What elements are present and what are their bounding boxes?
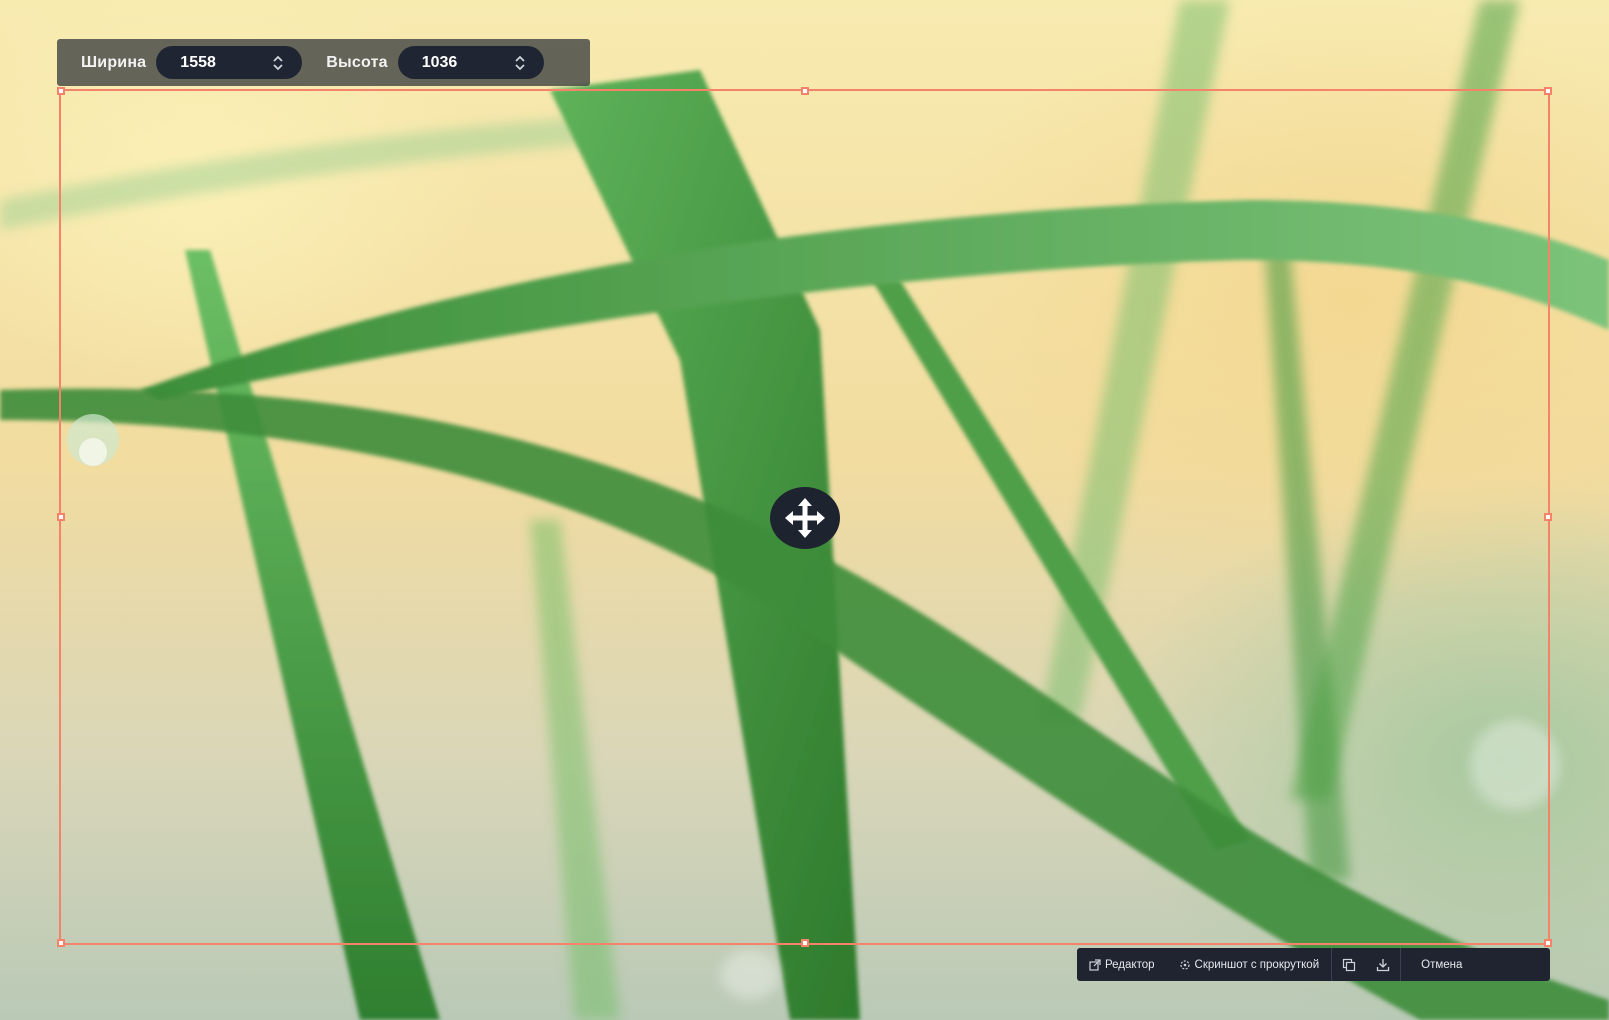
resize-handle-top-right[interactable] [1544, 87, 1552, 95]
width-stepper-arrows[interactable] [272, 55, 284, 71]
resize-handle-left[interactable] [57, 513, 65, 521]
editor-button[interactable]: Редактор [1077, 948, 1167, 981]
scroll-screenshot-label: Скриншот с прокруткой [1194, 958, 1320, 971]
chevron-down-icon[interactable] [514, 63, 526, 71]
height-stepper[interactable]: 1036 [397, 46, 544, 79]
copy-icon [1343, 958, 1356, 971]
scroll-capture-icon [1179, 959, 1190, 970]
editor-label: Редактор [1105, 958, 1155, 971]
external-edit-icon [1089, 958, 1101, 971]
download-icon [1376, 958, 1390, 971]
scroll-screenshot-button[interactable]: Скриншот с прокруткой [1167, 948, 1332, 981]
copy-button[interactable] [1332, 948, 1366, 981]
move-selection-button[interactable] [770, 487, 840, 549]
resize-handle-bottom[interactable] [800, 939, 809, 947]
height-stepper-arrows[interactable] [514, 55, 526, 71]
resize-handle-top-left[interactable] [57, 87, 65, 95]
download-button[interactable] [1366, 948, 1400, 981]
height-value[interactable]: 1036 [422, 54, 458, 72]
size-panel: Ширина 1558 Высота 1036 [57, 39, 590, 86]
cancel-button[interactable]: Отмена [1401, 948, 1482, 981]
move-arrows-icon [785, 498, 825, 538]
width-label: Ширина [81, 53, 147, 71]
chevron-down-icon[interactable] [272, 63, 284, 71]
chevron-up-icon[interactable] [514, 55, 526, 63]
resize-handle-bottom-right[interactable] [1544, 939, 1552, 947]
resize-handle-top[interactable] [800, 87, 809, 95]
resize-handle-bottom-left[interactable] [57, 939, 65, 947]
resize-handle-right[interactable] [1544, 513, 1552, 521]
width-stepper[interactable]: 1558 [156, 46, 303, 79]
height-label: Высота [326, 53, 388, 71]
capture-toolbar: Редактор Скриншот с прокруткой Отмена [1077, 948, 1550, 981]
width-value[interactable]: 1558 [180, 54, 216, 72]
chevron-up-icon[interactable] [272, 55, 284, 63]
cancel-label: Отмена [1421, 958, 1463, 971]
